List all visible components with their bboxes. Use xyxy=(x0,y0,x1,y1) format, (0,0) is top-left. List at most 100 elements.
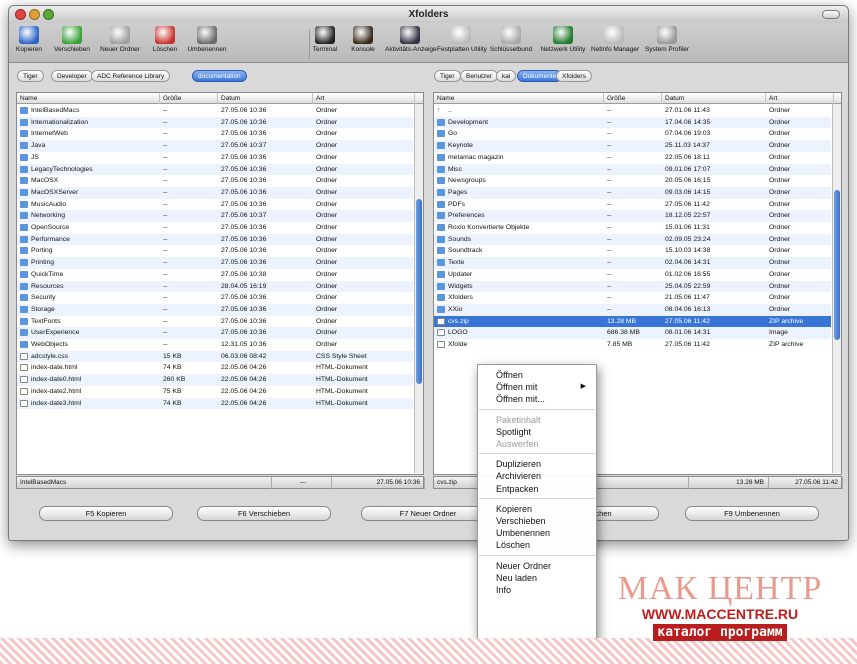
menu-item-verschieben[interactable]: Verschieben xyxy=(496,515,546,527)
file-row[interactable]: Networking -- 27.05.06 10:37 Ordner xyxy=(17,210,413,222)
left-column-kind[interactable]: Art xyxy=(313,93,415,104)
right-scroll-thumb[interactable] xyxy=(834,190,840,340)
file-row[interactable]: Storage -- 27.05.06 10:36 Ordner xyxy=(17,303,413,316)
left-tab-adc-reference-library[interactable]: ADC Reference Library xyxy=(91,70,171,82)
menu-item-entpacken[interactable]: Entpacken xyxy=(496,483,539,495)
file-row[interactable]: adcstyle.css 15 KB 06.03.06 08:42 CSS Style… xyxy=(17,350,413,363)
fkey-button-7[interactable]: F7 Neuer Ordner xyxy=(361,506,495,521)
file-row[interactable]: MacOSXServer -- 27.05.06 10:36 Ordner xyxy=(17,186,413,199)
file-row[interactable]: Keynote -- 25.11.03 14:37 Ordner xyxy=(434,140,831,152)
file-row[interactable]: OpenSource -- 27.05.06 10:36 Ordner xyxy=(17,222,413,234)
left-file-pane[interactable]: Name Größe Datum Art IntelBasedMacs -- 27.05.0… xyxy=(16,92,424,475)
fkey-button-6[interactable]: F6 Verschieben xyxy=(197,506,331,521)
file-row[interactable]: Roxio Konvertierte Objekte -- 15.01.06 11:… xyxy=(434,222,831,234)
rename-toolbar-button[interactable]: Umbenennen xyxy=(185,24,229,53)
right-tab-xfolders[interactable]: Xfolders xyxy=(556,70,592,82)
console-toolbar-button[interactable]: Konsole xyxy=(344,24,382,53)
move-toolbar-button[interactable]: Verschieben xyxy=(51,24,93,53)
left-column-name[interactable]: Name xyxy=(17,93,160,104)
system-profiler-toolbar-button[interactable]: System Profiler xyxy=(639,24,695,53)
file-row[interactable]: TextFonts -- 27.05.06 10:36 Ordner xyxy=(17,316,413,328)
menu-item-duplizieren[interactable]: Duplizieren xyxy=(496,458,541,470)
file-row[interactable]: Java -- 27.05.06 10:37 Ordner xyxy=(17,140,413,152)
file-row[interactable]: Sounds -- 02.09.05 23:24 Ordner xyxy=(434,233,831,246)
left-column-size[interactable]: Größe xyxy=(160,93,218,104)
left-vertical-scrollbar[interactable] xyxy=(414,104,423,473)
close-window-icon[interactable] xyxy=(15,9,26,20)
network-utility-toolbar-button[interactable]: Netzwerk Utility xyxy=(537,24,589,53)
right-column-kind[interactable]: Art xyxy=(766,93,834,104)
file-row[interactable]: index-date2.html 75 KB 22.05.06 04:26 HTML-… xyxy=(17,386,413,398)
right-tab-benutzer[interactable]: Benutzer xyxy=(460,70,499,82)
disk-utility-toolbar-button[interactable]: Festplatten Utility xyxy=(437,24,487,53)
minimize-window-icon[interactable] xyxy=(29,9,40,20)
file-row[interactable]: Soundtrack -- 15.10.03 14:38 Ordner xyxy=(434,245,831,257)
file-row[interactable]: metamac magazin -- 22.05.06 18:11 Ordner xyxy=(434,152,831,164)
file-row[interactable]: Pages -- 09.03.06 14:15 Ordner xyxy=(434,186,831,199)
menu-item-neu-laden[interactable]: Neu laden xyxy=(496,572,537,584)
file-row[interactable]: Newsgroups -- 20.05.06 16:15 Ordner xyxy=(434,175,831,187)
file-row[interactable]: Xfolde 7.85 MB 27.05.06 11:42 ZIP archive xyxy=(434,339,831,351)
menu-item-öffnen-mit[interactable]: Öffnen mit xyxy=(496,381,537,393)
file-row[interactable]: Internationalization -- 27.05.06 10:36 Ordn… xyxy=(17,116,413,129)
file-row[interactable]: IntelBasedMacs -- 27.05.06 10:36 Ordner xyxy=(17,105,413,117)
menu-item-kopieren[interactable]: Kopieren xyxy=(496,503,532,515)
netinfo-toolbar-button[interactable]: Netlnfo Manager xyxy=(591,24,639,53)
file-row[interactable]: UserExperience -- 27.05.06 10:36 Ordner xyxy=(17,327,413,339)
file-row[interactable]: Go -- 07.04.06 19:03 Ordner xyxy=(434,128,831,140)
file-row[interactable]: index-date.html 74 KB 22.05.06 04:26 HTML-D… xyxy=(17,362,413,374)
file-row[interactable]: MusicAudio -- 27.05.06 10:36 Ordner xyxy=(17,199,413,211)
file-row[interactable]: Security -- 27.05.06 10:36 Ordner xyxy=(17,292,413,304)
file-row[interactable]: LOGO 686.38 MB 08.01.06 14:31 Image xyxy=(434,327,831,339)
menu-item-neuer-ordner[interactable]: Neuer Ordner xyxy=(496,560,551,572)
file-row[interactable]: Printing -- 27.05.06 10:36 Ordner xyxy=(17,257,413,269)
menu-item-öffnen-mit[interactable]: Öffnen mit... xyxy=(496,393,545,405)
left-scroll-thumb[interactable] xyxy=(416,199,422,384)
file-row[interactable]: Widgets -- 25.04.05 22:59 Ordner xyxy=(434,280,831,293)
file-row[interactable]: Porting -- 27.05.06 10:36 Ordner xyxy=(17,245,413,257)
file-row[interactable]: InternetWeb -- 27.05.06 10:36 Ordner xyxy=(17,128,413,140)
file-row[interactable]: index-date0.html 260 KB 22.05.06 04:26 HTML… xyxy=(17,374,413,386)
left-tab-developer[interactable]: Developer xyxy=(51,70,93,82)
file-row[interactable]: Misc -- 09.01.06 17:07 Ordner xyxy=(434,163,831,176)
keychain-toolbar-button[interactable]: Schlüsselbund xyxy=(487,24,535,53)
fkey-button-5[interactable]: F5 Kopieren xyxy=(39,506,173,521)
menu-item-öffnen[interactable]: Öffnen xyxy=(496,369,523,381)
file-row[interactable]: Updater -- 01.02.06 16:55 Ordner xyxy=(434,269,831,281)
file-row[interactable]: QuickTime -- 27.05.06 10:38 Ordner xyxy=(17,269,413,281)
right-tab-tiger[interactable]: Tiger xyxy=(434,70,461,82)
menu-item-umbenennen[interactable]: Umbenennen xyxy=(496,527,550,539)
fkey-button-9[interactable]: F9 Umbenennen xyxy=(685,506,819,521)
right-tab-kai[interactable]: kai xyxy=(496,70,517,82)
new-folder-toolbar-button[interactable]: Neuer Ordner xyxy=(96,24,144,53)
menu-item-info[interactable]: Info xyxy=(496,584,511,596)
menu-item-löschen[interactable]: Löschen xyxy=(496,539,530,551)
activity-monitor-toolbar-button[interactable]: Aktivitäts-Anzeige xyxy=(385,24,437,53)
file-row[interactable]: Preferences -- 18.12.05 22:57 Ordner xyxy=(434,210,831,222)
file-row[interactable]: index-date3.html 74 KB 22.05.06 04:26 HTML-… xyxy=(17,397,413,410)
file-row[interactable]: Texte -- 02.04.06 14:31 Ordner xyxy=(434,257,831,269)
left-tab-documentation[interactable]: documentation xyxy=(192,70,247,82)
file-row[interactable]: WebObjects -- 12.31.05 10:36 Ordner xyxy=(17,339,413,351)
right-column-size[interactable]: Größe xyxy=(604,93,662,104)
file-row[interactable]: PDFs -- 27.05.06 11:42 Ordner xyxy=(434,199,831,211)
right-vertical-scrollbar[interactable] xyxy=(832,104,841,473)
menu-item-spotlight[interactable]: Spotlight xyxy=(496,426,531,438)
copy-toolbar-button[interactable]: Kopieren xyxy=(11,24,47,53)
file-row[interactable]: Resources -- 28.04.05 16:19 Ordner xyxy=(17,280,413,293)
file-row[interactable]: cvs.zip 13.28 MB 27.05.06 11:42 ZIP archive xyxy=(434,315,831,328)
right-column-date[interactable]: Datum xyxy=(662,93,766,104)
toolbar-toggle-button[interactable] xyxy=(822,10,840,19)
file-row[interactable]: Performance -- 27.05.06 10:36 Ordner xyxy=(17,233,413,246)
left-tab-tiger[interactable]: Tiger xyxy=(17,70,44,82)
right-column-name[interactable]: Name xyxy=(434,93,604,104)
left-column-date[interactable]: Datum xyxy=(218,93,313,104)
terminal-toolbar-button[interactable]: Terminal xyxy=(309,24,341,53)
file-row[interactable]: XXio -- 08.04.06 16:13 Ordner xyxy=(434,303,831,316)
file-row[interactable]: LegacyTechnologies -- 27.05.06 10:36 Ordner xyxy=(17,163,413,176)
file-row[interactable]: Development -- 17.04.06 14:35 Ordner xyxy=(434,116,831,129)
menu-item-archivieren[interactable]: Archivieren xyxy=(496,470,541,482)
file-row[interactable]: JS -- 27.05.06 10:36 Ordner xyxy=(17,152,413,164)
file-row[interactable]: ↑.. -- 27.01.06 11:43 Ordner xyxy=(434,105,831,117)
delete-toolbar-button[interactable]: Löschen xyxy=(149,24,181,53)
